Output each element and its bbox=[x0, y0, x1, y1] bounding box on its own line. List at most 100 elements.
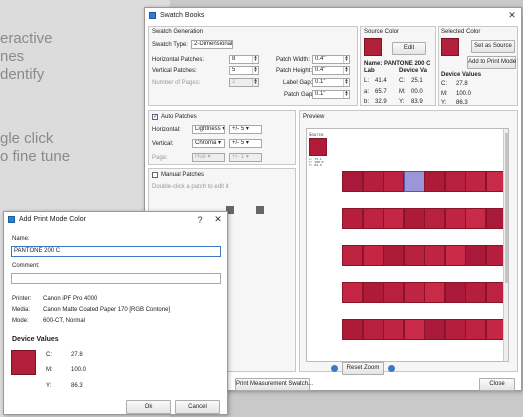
y-value: 86.3 bbox=[71, 383, 83, 389]
swatch-patch[interactable] bbox=[424, 245, 445, 266]
swatch-patch[interactable] bbox=[465, 245, 486, 266]
dialog-color-swatch bbox=[11, 350, 36, 375]
page-step-select[interactable]: +/- 1 ▾ bbox=[229, 153, 262, 162]
manual-patches-hint: Double-click a patch to edit it bbox=[152, 184, 229, 190]
edit-button[interactable]: Edit bbox=[392, 42, 426, 55]
scroll-thumb[interactable] bbox=[505, 133, 508, 283]
comment-input[interactable] bbox=[11, 273, 221, 284]
m-label: M: bbox=[46, 367, 53, 373]
preview-title: Preview bbox=[303, 114, 325, 120]
reset-zoom-button[interactable]: Reset Zoom bbox=[342, 362, 384, 375]
swatch-patch[interactable] bbox=[424, 282, 445, 303]
patch-width-input[interactable]: 0.4" ▴ ▾ bbox=[312, 55, 350, 64]
vertical-step-select[interactable]: +/- 5 ▾ bbox=[229, 139, 262, 148]
vertical-patches-input[interactable]: 5 ▴ ▾ bbox=[229, 66, 259, 75]
swatch-patch[interactable] bbox=[362, 245, 384, 266]
c-value: 27.8 bbox=[456, 81, 468, 87]
background-text: nes bbox=[0, 48, 25, 65]
swatch-type-select[interactable]: 2-Dimensional ▾ bbox=[191, 40, 233, 49]
print-measurement-swatch-button[interactable]: Print Measurement Swatch... bbox=[235, 378, 313, 391]
printer-value: Canon iPF Pro 4000 bbox=[43, 296, 98, 302]
swatch-patch[interactable] bbox=[383, 208, 404, 229]
patch-height-input[interactable]: 0.4" ▴ ▾ bbox=[312, 66, 350, 75]
swatch-patch[interactable] bbox=[362, 319, 384, 340]
horizontal-patches-label: Horizontal Patches: bbox=[152, 57, 205, 63]
swatch-patch[interactable] bbox=[383, 282, 404, 303]
section-title: Selected Color bbox=[441, 29, 481, 35]
label-gap-label: Label Gap: bbox=[283, 80, 313, 86]
patch-width-label: Patch Width: bbox=[276, 57, 311, 63]
horizontal-select[interactable]: Lightness ▾ bbox=[192, 125, 225, 134]
lab-title: Lab bbox=[364, 68, 375, 74]
patch-placeholder bbox=[256, 206, 264, 214]
close-button[interactable]: Close bbox=[479, 378, 515, 391]
swatch-patch[interactable] bbox=[342, 208, 363, 229]
close-icon[interactable]: ✕ bbox=[503, 10, 521, 21]
comment-label: Comment: bbox=[12, 263, 40, 269]
swatch-patch[interactable] bbox=[444, 282, 466, 303]
swatch-patch[interactable] bbox=[465, 282, 486, 303]
cancel-button[interactable]: Cancel bbox=[175, 400, 220, 414]
zoom-out-icon[interactable] bbox=[331, 365, 338, 372]
zoom-in-icon[interactable] bbox=[388, 365, 395, 372]
set-as-source-button[interactable]: Set as Source bbox=[471, 40, 515, 53]
dialog-title: Add Print Mode Color bbox=[19, 216, 86, 223]
swatch-patch[interactable] bbox=[342, 282, 363, 303]
close-icon[interactable]: ✕ bbox=[209, 214, 227, 225]
c-value: 25.1 bbox=[411, 78, 423, 84]
swatch-patch[interactable] bbox=[403, 282, 425, 303]
swatch-patch[interactable] bbox=[424, 208, 445, 229]
swatch-patch[interactable] bbox=[403, 319, 425, 340]
horizontal-step-select[interactable]: +/- 5 ▾ bbox=[229, 125, 262, 134]
source-patch[interactable] bbox=[309, 138, 327, 156]
app-icon bbox=[149, 11, 156, 19]
help-icon[interactable]: ? bbox=[191, 215, 209, 225]
source-name: Name: PANTONE 200 C bbox=[364, 61, 431, 67]
auto-patches-checkbox[interactable]: ✓ bbox=[152, 114, 158, 120]
swatch-patch[interactable] bbox=[383, 171, 404, 192]
swatch-patch[interactable] bbox=[444, 171, 466, 192]
swatch-patch[interactable] bbox=[465, 171, 486, 192]
swatch-patch[interactable] bbox=[444, 245, 466, 266]
mode-value: 600-CT, Normal bbox=[43, 318, 86, 324]
device-values-title: Device Values bbox=[441, 72, 482, 78]
swatch-patch[interactable] bbox=[424, 171, 445, 192]
l-label: L: bbox=[364, 78, 370, 84]
patch-gap-input[interactable]: 0.1" ▴ ▾ bbox=[312, 90, 350, 99]
swatch-patch[interactable] bbox=[403, 171, 425, 192]
pages-input[interactable]: 2 ▴ ▾ bbox=[229, 78, 259, 87]
swatch-patch[interactable] bbox=[362, 208, 384, 229]
swatch-patch[interactable] bbox=[362, 171, 384, 192]
page-select[interactable]: Hue ▾ bbox=[192, 153, 225, 162]
preview-grid[interactable]: Source L: 75.1 C: 100.0 Y: 84.0 bbox=[306, 128, 509, 362]
swatch-patch[interactable] bbox=[424, 319, 445, 340]
swatch-patch[interactable] bbox=[465, 319, 486, 340]
horizontal-patches-input[interactable]: 8 ▴ ▾ bbox=[229, 55, 259, 64]
name-input[interactable]: PANTONE 200 C bbox=[11, 246, 221, 257]
swatch-patch[interactable] bbox=[465, 208, 486, 229]
swatch-patch[interactable] bbox=[383, 319, 404, 340]
swatch-patch[interactable] bbox=[342, 319, 363, 340]
swatch-patch[interactable] bbox=[444, 319, 466, 340]
preview-scrollbar[interactable] bbox=[503, 129, 508, 361]
c-value: 27.8 bbox=[71, 352, 83, 358]
manual-patches-checkbox[interactable] bbox=[152, 172, 158, 178]
ok-button[interactable]: Ok bbox=[126, 400, 171, 414]
background-text: gle click bbox=[0, 130, 54, 147]
vertical-select[interactable]: Chroma ▾ bbox=[192, 139, 225, 148]
auto-patches-label: Auto Patches bbox=[161, 114, 197, 120]
label-gap-input[interactable]: 0.1" ▴ ▾ bbox=[312, 78, 350, 87]
swatch-patch[interactable] bbox=[342, 171, 363, 192]
m-value: 00.0 bbox=[411, 89, 423, 95]
swatch-patch[interactable] bbox=[383, 245, 404, 266]
swatch-patch[interactable] bbox=[403, 245, 425, 266]
horizontal-label: Horizontal: bbox=[152, 127, 181, 133]
swatch-patch[interactable] bbox=[342, 245, 363, 266]
swatch-patch[interactable] bbox=[444, 208, 466, 229]
swatch-patch[interactable] bbox=[362, 282, 384, 303]
printer-label: Printer: bbox=[12, 296, 32, 302]
swatch-patch[interactable] bbox=[403, 208, 425, 229]
add-to-print-mode-button[interactable]: Add to Print Mode bbox=[467, 56, 516, 69]
m-value: 100.0 bbox=[71, 367, 87, 373]
background-text: o fine tune bbox=[0, 148, 71, 165]
